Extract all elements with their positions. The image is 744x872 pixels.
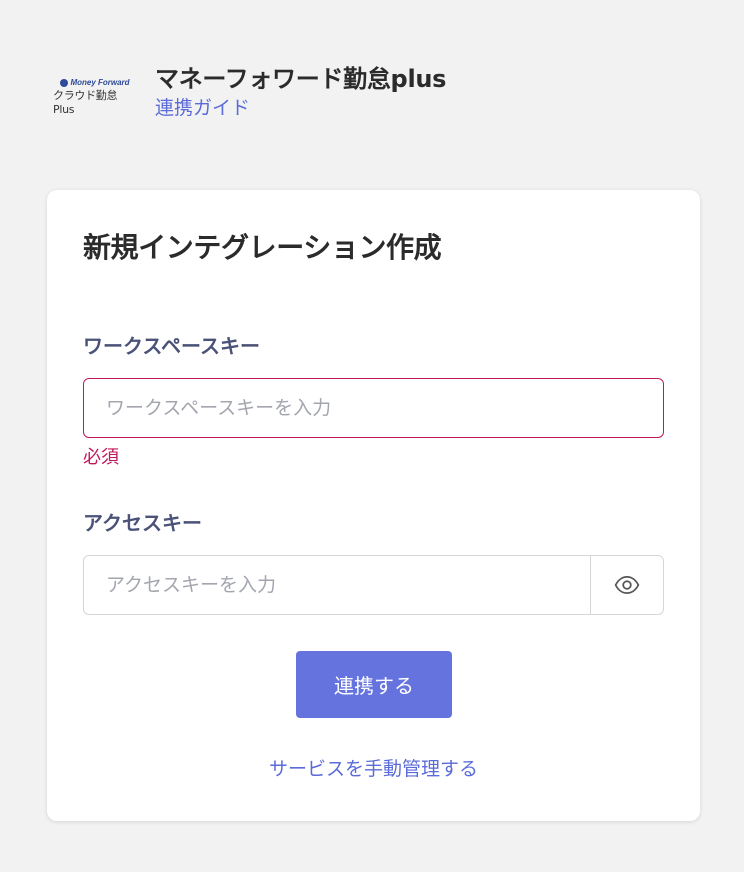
access-key-field (83, 555, 664, 615)
app-logo: Money Forward クラウド勤怠Plus (53, 77, 137, 116)
workspace-key-input[interactable] (83, 378, 664, 438)
access-key-label: アクセスキー (83, 511, 202, 535)
money-forward-logo-icon (60, 78, 69, 87)
toggle-visibility-button[interactable] (590, 556, 663, 614)
logo-bottom-text: クラウド勤怠Plus (53, 88, 118, 116)
workspace-key-error: 必須 (83, 447, 119, 468)
manual-manage-link[interactable]: サービスを手動管理する (47, 756, 700, 782)
access-key-input[interactable] (84, 556, 590, 614)
app-header: Money Forward クラウド勤怠Plus マネーフォワード勤怠plus … (53, 64, 446, 120)
workspace-key-label: ワークスペースキー (83, 334, 260, 358)
integration-guide-link[interactable]: 連携ガイド (155, 96, 446, 120)
app-title: マネーフォワード勤怠plus (155, 65, 447, 93)
connect-button[interactable]: 連携する (296, 651, 452, 718)
eye-icon (614, 576, 640, 594)
logo-top-text: Money Forward (70, 77, 130, 87)
page-title: 新規インテグレーション作成 (83, 231, 442, 264)
integration-form-card: 新規インテグレーション作成 ワークスペースキー 必須 アクセスキー 連携する サ… (47, 190, 700, 821)
